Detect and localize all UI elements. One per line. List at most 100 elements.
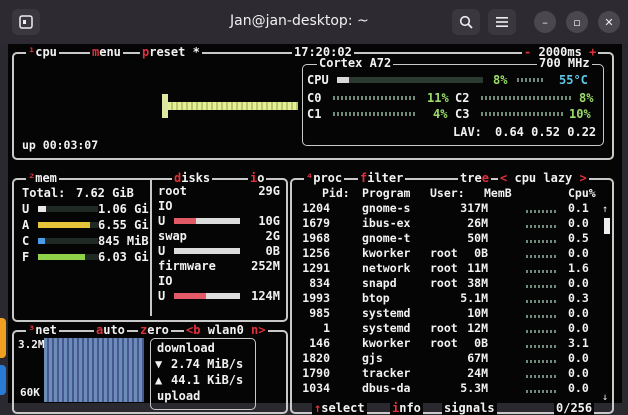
mem-header[interactable]: MemB: [484, 186, 512, 201]
process-row[interactable]: 1820 gjs 67M 0.0: [292, 351, 592, 366]
user-header[interactable]: User:: [430, 186, 465, 201]
window-title: Jan@jan-desktop: ~: [230, 13, 369, 29]
core-meter: [333, 96, 417, 100]
mem-box: ²mem Total: 7.62 GiB U 1.06 Gi A 6.55 Gi C 84…: [12, 172, 288, 322]
cpu-total-label: CPU: [307, 73, 329, 87]
core-label: C1: [307, 107, 322, 121]
process-row[interactable]: 1034 dbus-da 5.3M 0.0: [292, 381, 592, 396]
process-pid: 1679: [302, 216, 330, 230]
upload-label: upload: [157, 389, 201, 403]
signals-footer[interactable]: signals: [442, 402, 497, 415]
new-tab-button[interactable]: [12, 9, 40, 35]
process-program: gnome-s: [362, 201, 411, 215]
select-footer[interactable]: ↑select: [312, 402, 367, 415]
process-row[interactable]: 1 systemd root 12M 0.0: [292, 321, 592, 336]
scrollbar[interactable]: ↑ ↓: [602, 204, 610, 404]
process-program: systemd: [362, 321, 411, 335]
process-pid: 1968: [302, 231, 330, 245]
cpu-total-meter: [337, 77, 483, 83]
filter-tab[interactable]: filter: [358, 172, 406, 185]
scroll-down-icon[interactable]: ↓: [602, 392, 608, 403]
mem-title[interactable]: ²mem: [26, 172, 59, 185]
close-button[interactable]: ✕: [598, 11, 620, 33]
process-cpu: 0.0: [568, 276, 589, 290]
process-count: 0/256: [554, 401, 595, 415]
process-program: btop: [362, 291, 390, 305]
disk-row-label: root: [158, 184, 187, 198]
auto-tab[interactable]: auto: [94, 324, 127, 337]
process-row[interactable]: 834 snapd root 38M 0.0: [292, 276, 592, 291]
process-pid: 1790: [302, 366, 330, 380]
mem-row-value: 6.55 Gi: [98, 218, 149, 232]
program-header[interactable]: Program: [362, 186, 410, 201]
minimize-button[interactable]: –: [534, 11, 556, 33]
process-cpu-graph: [526, 375, 556, 378]
cpu-header[interactable]: Cpu%: [568, 186, 596, 201]
menu-button[interactable]: [488, 9, 516, 35]
process-row[interactable]: 1790 tracker 24M 0.0: [292, 366, 592, 381]
load-average: 0.64 0.52 0.22: [495, 125, 597, 139]
load-average-label: LAV:: [453, 125, 482, 139]
process-row[interactable]: 1256 kworker root 0B 0.0: [292, 246, 592, 261]
process-cpu-graph: [526, 270, 556, 273]
terminal-window[interactable]: ¹cpu menu preset * 17:20:02 - 2000ms + u…: [8, 44, 622, 415]
maximize-button[interactable]: ▫: [566, 11, 588, 33]
process-row[interactable]: 146 kworker root 0B 3.1: [292, 336, 592, 351]
mem-row-key: C: [22, 234, 30, 248]
process-cpu: 0.0: [568, 246, 589, 260]
process-mem: 10M: [467, 306, 488, 320]
info-footer[interactable]: info: [390, 402, 423, 415]
mem-total-label: Total:: [22, 186, 66, 200]
maximize-icon: ▫: [573, 15, 581, 29]
process-pid: 834: [309, 276, 330, 290]
process-pid: 1820: [302, 351, 330, 365]
scroll-up-icon[interactable]: ↑: [602, 204, 608, 215]
pid-header[interactable]: Pid:: [322, 186, 350, 201]
scroll-thumb[interactable]: [604, 218, 610, 234]
cpu-tab[interactable]: ¹cpu: [26, 46, 59, 59]
sort-selector[interactable]: < cpu lazy >: [498, 172, 589, 185]
process-cpu-graph: [526, 255, 556, 258]
mem-disks-divider: [150, 180, 152, 316]
proc-tab[interactable]: ⁴proc: [304, 172, 345, 185]
process-mem: 0B: [474, 246, 488, 260]
dock-app-icon[interactable]: [0, 318, 6, 358]
process-row[interactable]: 1204 gnome-s 317M 0.1: [292, 201, 592, 216]
process-cpu: 0.0: [568, 381, 589, 395]
process-cpu-graph: [526, 330, 556, 333]
process-program: gjs: [362, 351, 383, 365]
zero-tab[interactable]: zero: [138, 324, 171, 337]
process-cpu-graph: [526, 210, 556, 213]
proc-header: Pid: Program User: MemB Cpu%: [292, 186, 596, 201]
disk-row-label: IO: [158, 274, 173, 288]
interface-selector[interactable]: <b wlan0 n>: [184, 324, 268, 337]
tree-tab[interactable]: tree: [458, 172, 491, 185]
process-row[interactable]: 1993 btop 5.1M 0.3: [292, 291, 592, 306]
mem-row-meter: [38, 238, 98, 244]
mem-row-key: F: [22, 250, 30, 264]
process-mem: 38M: [467, 276, 488, 290]
net-box: ³net auto zero <b wlan0 n> 3.2M 60K down…: [12, 324, 288, 414]
process-row[interactable]: 1291 network root 11M 1.6: [292, 261, 592, 276]
core-percent: 8%: [579, 91, 594, 105]
process-pid: 1993: [302, 291, 330, 305]
mem-row-key: U: [22, 202, 30, 216]
process-cpu-graph: [526, 300, 556, 303]
process-row[interactable]: 985 systemd 10M 0.0: [292, 306, 592, 321]
search-button[interactable]: [452, 9, 480, 35]
process-program: ibus-ex: [362, 216, 411, 230]
process-cpu: 0.0: [568, 366, 589, 380]
download-rate: 2.74 MiB/s: [171, 357, 244, 371]
process-program: tracker: [362, 366, 411, 380]
preset-tab[interactable]: preset *: [140, 46, 202, 59]
net-tab[interactable]: ³net: [26, 324, 59, 337]
process-cpu: 0.0: [568, 321, 589, 335]
menu-tab[interactable]: menu: [90, 46, 123, 59]
disk-row-label: U: [158, 244, 166, 258]
process-row[interactable]: 1679 ibus-ex 26M 0.0: [292, 216, 592, 231]
process-row[interactable]: 1968 gnome-t 50M 0.5: [292, 231, 592, 246]
net-scale-bottom: 60K: [20, 386, 40, 399]
mem-row-meter: [38, 254, 98, 260]
disk-usage-meter: [174, 218, 240, 224]
dock-app-icon[interactable]: [0, 365, 6, 395]
